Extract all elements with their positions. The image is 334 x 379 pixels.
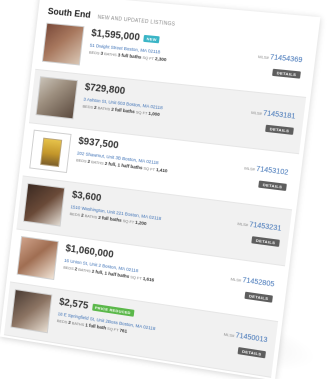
listing-baths-label: BATHS [76,266,93,274]
listing-photo[interactable] [35,76,78,120]
details-button[interactable]: DETAILS [251,236,280,247]
listing-price-text: $937,500 [77,135,120,152]
mls-label: MLS# [230,276,242,283]
listing-status-badge: PRICE REDUCED [91,303,135,317]
listing-baths-label: BATHS [70,320,86,328]
mls-label: MLS# [244,165,256,172]
details-button[interactable]: DETAILS [237,347,266,359]
listing-photo[interactable] [10,288,53,334]
listing-price-text: $3,600 [71,189,102,205]
listing-mls: MLS# 71453102 [244,164,289,176]
listing-mls: MLS# 71453231 [237,220,282,233]
listing-beds-label: BEDS [88,49,101,56]
mls-label: MLS# [237,220,249,228]
details-button[interactable]: DETAILS [244,291,273,303]
listing-sqft-label: SQ FT [134,109,149,116]
mls-label: MLS# [257,53,270,61]
listing-mls: MLS# 71452805 [230,275,275,289]
listings-list: $1,595,000 NEW 51 Dwight Street Boston, MA… [3,16,314,378]
mls-number-link[interactable]: 71453181 [263,110,296,121]
listing-baths-label: BATHS [96,105,112,112]
listing-beds-label: BEDS [69,211,82,218]
listing-photo[interactable] [22,182,66,227]
listing-mls: MLS# 71453181 [251,109,296,121]
listing-sqft: 1,616 [142,276,155,283]
listing-photo[interactable] [29,129,72,174]
listing-sqft: 761 [119,327,128,334]
listing-baths: 2 full baths [97,214,122,223]
listing-baths-label: BATHS [83,212,99,220]
mls-label: MLS# [250,109,263,116]
details-button[interactable]: DETAILS [258,180,287,192]
listing-sqft-label: SQ FT [142,165,157,173]
listing-photo[interactable] [16,236,59,281]
listing-baths: 1 full bath [85,322,107,331]
details-button[interactable]: DETAILS [265,124,294,135]
mls-label: MLS# [223,331,235,339]
listing-sqft: 1,000 [148,110,161,118]
listings-card: South End NEW AND UPDATED LISTINGS $1,59… [0,0,321,379]
listing-price: $3,600 [71,190,102,205]
listing-baths: 3 full baths [117,52,142,60]
mls-number-link[interactable]: 71450013 [235,332,268,344]
listing-baths: 2 full baths [110,106,136,115]
listing-price: $937,500 [78,136,119,152]
listing-sqft-label: SQ FT [128,274,144,281]
listing-photo[interactable] [41,22,85,66]
listing-sqft: 1,200 [134,219,147,227]
listing-price: $1,595,000 NEW [91,28,161,45]
mls-number-link[interactable]: 71454369 [270,54,303,64]
listing-sqft-label: SQ FT [141,54,156,62]
listing-beds-label: BEDS [75,157,88,164]
listing-status-badge: NEW [143,34,161,44]
mls-number-link[interactable]: 71452805 [242,277,275,289]
listing-photo-building [40,137,63,168]
listing-sqft: 1,410 [155,167,168,174]
mls-number-link[interactable]: 71453231 [249,221,282,232]
details-button[interactable]: DETAILS [272,68,301,79]
listing-price-text: $2,575 [58,296,89,312]
listing-price-text: $729,800 [84,81,126,98]
listing-sqft-label: SQ FT [121,217,136,225]
listing-sqft-label: SQ FT [105,325,120,333]
listing-beds-label: BEDS [82,103,95,110]
listing-price-text: $1,595,000 [90,27,141,44]
listing-mls: MLS# 71454369 [258,53,303,64]
mls-number-link[interactable]: 71453102 [256,166,289,177]
listing-mls: MLS# 71450013 [223,331,267,345]
listing-beds-label: BEDS [63,264,76,272]
listing-beds-label: BEDS [56,318,69,325]
screenshot-stage: South End NEW AND UPDATED LISTINGS $1,59… [0,0,334,379]
listing-sqft: 2,300 [154,56,167,63]
listing-price: $729,800 [84,82,125,97]
listing-baths-label: BATHS [102,50,119,58]
listing-baths-label: BATHS [89,159,106,166]
